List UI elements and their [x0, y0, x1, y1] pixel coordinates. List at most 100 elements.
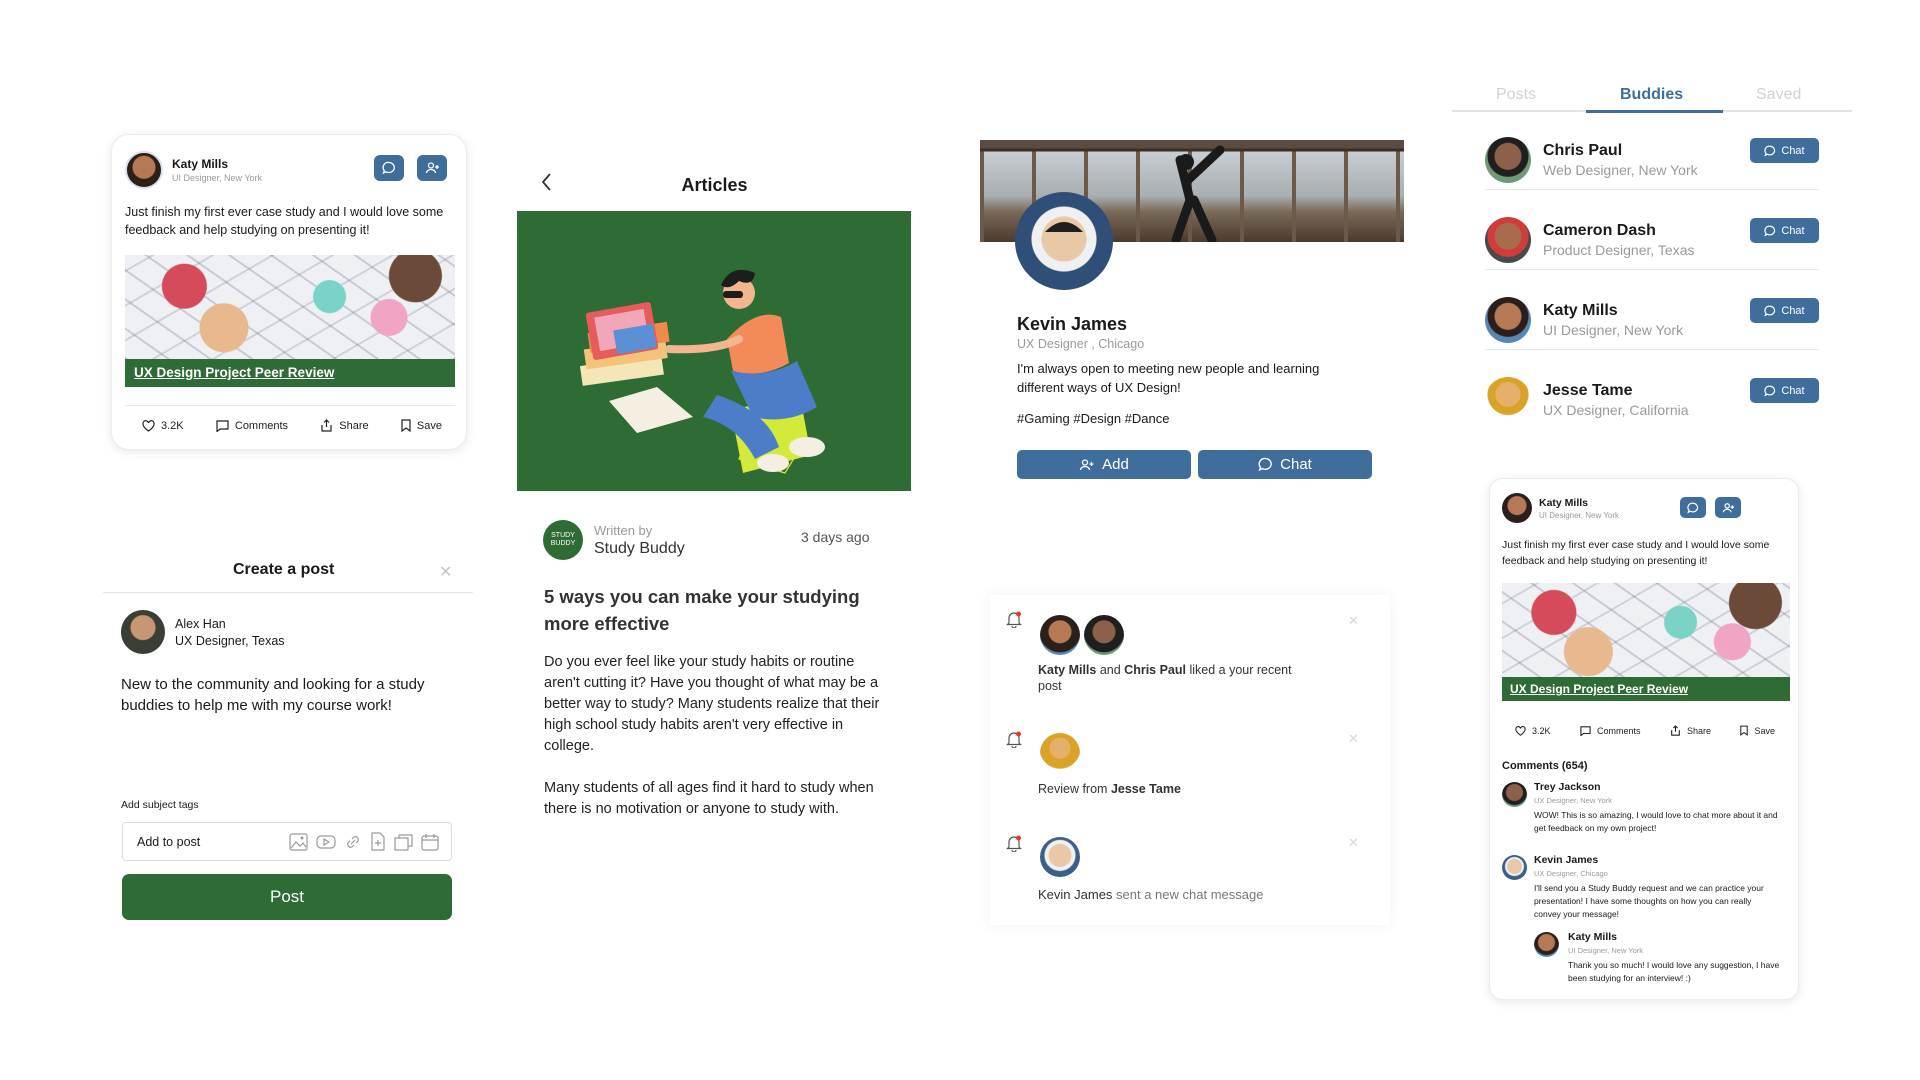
post-button[interactable]: Post: [122, 874, 452, 920]
create-post-panel: Create a post ✕ Alex Han UX Designer, Te…: [103, 546, 473, 926]
close-icon[interactable]: ✕: [1348, 835, 1359, 851]
post-text: Just finish my first ever case study and…: [1502, 539, 1770, 567]
post-text-input[interactable]: New to the community and looking for a s…: [121, 674, 431, 716]
comments-button[interactable]: Comments: [1580, 726, 1641, 736]
written-by-label: Written by: [594, 522, 653, 538]
article-paragraph-1: Do you ever feel like your study habits …: [544, 654, 880, 754]
tab-buddies[interactable]: Buddies: [1620, 86, 1683, 104]
add-to-post-field[interactable]: Add to post: [122, 822, 452, 861]
folder-icon[interactable]: [394, 833, 413, 851]
comment-text: WOW! This is so amazing, I would love to…: [1534, 810, 1778, 833]
chat-button[interactable]: Chat: [1750, 218, 1819, 243]
share-button[interactable]: Share: [1670, 725, 1711, 736]
buddy-row[interactable]: Katy Mills UI Designer, New York Chat: [1485, 290, 1819, 350]
close-icon[interactable]: ✕: [1348, 613, 1359, 629]
notification-message: sent a new chat message: [1112, 887, 1264, 902]
article-panel: Articles STUDY BUDDY Written by Study Bu…: [517, 158, 912, 858]
calendar-icon[interactable]: [421, 833, 439, 851]
chat-button[interactable]: Chat: [1750, 298, 1819, 323]
add-file-icon[interactable]: [370, 832, 386, 851]
like-count: 3.2K: [161, 419, 184, 432]
avatar: [125, 151, 163, 189]
buddy-name: Cameron Dash: [1543, 221, 1656, 239]
connector: and: [1096, 663, 1125, 677]
chat-icon: [1687, 502, 1699, 513]
add-user-icon: [425, 162, 439, 174]
buddy-role: Product Designer, Texas: [1543, 241, 1695, 258]
actor-name: Kevin James: [1038, 887, 1113, 902]
article-title: 5 ways you can make your studying more e…: [544, 586, 860, 634]
avatar: [1502, 493, 1532, 523]
study-buddy-logo: STUDY BUDDY: [543, 520, 583, 560]
add-buddy-button[interactable]: [1715, 497, 1741, 518]
chat-icon: [1764, 305, 1776, 316]
comments-label: Comments: [1596, 725, 1641, 736]
chat-button[interactable]: Chat: [1750, 138, 1819, 163]
post-author[interactable]: Katy Mills UI Designer, New York: [1502, 493, 1619, 523]
commenter-role: UX Designer, Chicago: [1534, 869, 1608, 878]
post-author[interactable]: Katy Mills UI Designer, New York: [125, 151, 262, 189]
share-label: Share: [339, 419, 369, 432]
chat-button[interactable]: [1680, 497, 1706, 518]
chat-button[interactable]: Chat: [1198, 450, 1372, 479]
add-user-icon: [1722, 502, 1734, 512]
notification-text[interactable]: Review from Jesse Tame: [1038, 782, 1181, 796]
avatar: [1040, 837, 1080, 877]
add-buddy-button[interactable]: Add: [1017, 450, 1191, 479]
like-button[interactable]: 3.2K: [142, 420, 184, 432]
buddy-row[interactable]: Jesse Tame UX Designer, California Chat: [1485, 370, 1819, 430]
notification-text[interactable]: Kevin James sent a new chat message: [1038, 887, 1263, 902]
chat-label: Chat: [1781, 224, 1805, 237]
comments-button[interactable]: Comments: [216, 420, 288, 432]
tab-saved[interactable]: Saved: [1756, 86, 1801, 104]
article-author[interactable]: STUDY BUDDY Written by Study Buddy: [543, 520, 685, 560]
add-user-icon: [1079, 458, 1094, 470]
profile-tags: #Gaming #Design #Dance: [1017, 411, 1170, 426]
notification-text[interactable]: Katy Mills and Chris Paul liked a your r…: [1038, 662, 1298, 694]
buddy-row[interactable]: Chris Paul Web Designer, New York Chat: [1485, 130, 1819, 190]
profile-role: UX Designer , Chicago: [1017, 337, 1145, 351]
share-label: Share: [1686, 725, 1711, 736]
tab-posts[interactable]: Posts: [1496, 86, 1536, 104]
active-tab-indicator: [1586, 110, 1723, 113]
author-name: Study Buddy: [594, 539, 685, 557]
profile-panel: Kevin James UX Designer , Chicago I'm al…: [980, 140, 1405, 480]
buddy-row[interactable]: Cameron Dash Product Designer, Texas Cha…: [1485, 210, 1819, 270]
post-image[interactable]: [1502, 583, 1790, 681]
video-icon[interactable]: [316, 833, 336, 851]
share-button[interactable]: Share: [320, 419, 369, 432]
avatar: [1084, 615, 1124, 655]
image-caption-bar[interactable]: UX Design Project Peer Review: [1502, 677, 1790, 701]
actor-name: Katy Mills: [1038, 663, 1097, 677]
chat-icon: [1764, 385, 1776, 396]
comments-header: Comments (654): [1502, 760, 1588, 772]
profile-avatar[interactable]: [1015, 192, 1113, 290]
profile-bio: I'm always open to meeting new people an…: [1017, 361, 1320, 395]
comment-icon: [1580, 725, 1591, 736]
author-name: Katy Mills: [1539, 496, 1589, 509]
bell-icon: [1006, 611, 1022, 633]
buddy-name: Katy Mills: [1543, 301, 1618, 319]
tags-label: Add subject tags: [121, 799, 199, 811]
save-button[interactable]: Save: [1740, 725, 1775, 736]
avatar: [1502, 855, 1527, 880]
link-icon[interactable]: [344, 833, 362, 851]
add-buddy-button[interactable]: [417, 155, 447, 181]
image-icon[interactable]: [289, 832, 308, 851]
like-button[interactable]: 3.2K: [1515, 726, 1551, 736]
image-caption-bar[interactable]: UX Design Project Peer Review: [125, 359, 455, 387]
chat-button[interactable]: Chat: [1750, 378, 1819, 403]
close-icon[interactable]: ✕: [1348, 731, 1359, 747]
buddy-name: Chris Paul: [1543, 141, 1623, 159]
buddies-panel: Posts Buddies Saved Chris Paul Web Desig…: [1452, 84, 1852, 424]
divider: [125, 405, 455, 406]
create-post-title: Create a post: [233, 561, 335, 578]
save-button[interactable]: Save: [401, 419, 442, 432]
buddy-role: UX Designer, California: [1543, 402, 1689, 418]
article-paragraph-2: Many students of all ages find it hard t…: [544, 780, 874, 817]
post-image[interactable]: [125, 255, 455, 359]
author-role: UI Designer, New York: [1539, 510, 1620, 520]
post-detail-card: Katy Mills UI Designer, New York Just fi…: [1489, 478, 1799, 1000]
close-icon[interactable]: ✕: [439, 562, 452, 582]
chat-button[interactable]: [374, 155, 404, 181]
